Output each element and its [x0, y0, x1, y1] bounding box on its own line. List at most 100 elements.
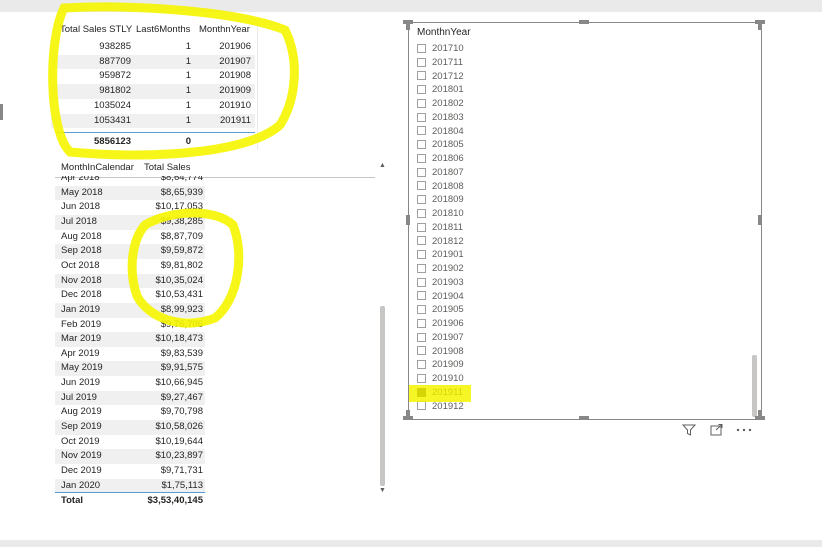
column-header-monthnyear[interactable]: MonthnYear: [199, 22, 250, 38]
checkbox-icon[interactable]: [417, 401, 426, 411]
slicer-item-201909[interactable]: 201909: [417, 358, 464, 372]
slicer-item-201903[interactable]: 201903: [417, 276, 464, 290]
checkbox-icon[interactable]: [417, 57, 426, 67]
resize-handle-top-right-v[interactable]: [758, 20, 762, 30]
checkbox-icon[interactable]: [417, 71, 426, 81]
total-row-underline: [55, 492, 205, 493]
slicer-item-201806[interactable]: 201806: [417, 152, 464, 166]
checkbox-icon[interactable]: [417, 373, 426, 383]
table-row: 1035024 1 201910: [51, 99, 255, 114]
slicer-item-201904[interactable]: 201904: [417, 290, 464, 304]
table-visual-monthly-sales[interactable]: MonthInCalendar Total Sales Apr 2018 $8,6…: [55, 158, 387, 513]
checkbox-icon[interactable]: [417, 318, 426, 328]
last6months-total: 0: [185, 136, 191, 147]
slicer-item-201711[interactable]: 201711: [417, 56, 463, 70]
checkbox-icon[interactable]: [417, 250, 426, 260]
checkbox-icon[interactable]: [417, 346, 426, 356]
slicer-item-201807[interactable]: 201807: [417, 166, 464, 180]
resize-handle-top-left-v[interactable]: [406, 20, 410, 30]
slicer-item-201911[interactable]: 201911: [417, 386, 463, 400]
resize-handle-bottom-left-v[interactable]: [406, 410, 410, 420]
vertical-scrollbar[interactable]: ▲ ▼: [378, 158, 387, 498]
resize-handle-middle-right[interactable]: [758, 215, 762, 225]
checkbox-icon[interactable]: [417, 98, 426, 108]
focus-mode-icon[interactable]: [710, 424, 723, 439]
checkbox-icon[interactable]: [417, 360, 426, 370]
checkbox-icon[interactable]: [417, 112, 426, 122]
month-cell: Jul 2019: [61, 391, 97, 403]
resize-handle-middle-left[interactable]: [406, 215, 410, 225]
column-header-last6months[interactable]: Last6Months: [136, 22, 190, 38]
column-header-total-sales-stly[interactable]: Total Sales STLY: [60, 22, 132, 38]
slicer-item-201808[interactable]: 201808: [417, 180, 464, 194]
table-row: Apr 2018 $8,64,774: [55, 176, 205, 186]
monthnyear-cell: 201906: [219, 41, 251, 52]
table-row: Dec 2018 $10,53,431: [55, 288, 205, 303]
slicer-item-label: 201803: [432, 111, 464, 123]
checkbox-icon[interactable]: [417, 263, 426, 273]
checkbox-icon[interactable]: [417, 291, 426, 301]
checkbox-icon[interactable]: [417, 236, 426, 246]
slicer-item-201802[interactable]: 201802: [417, 97, 464, 111]
slicer-item-label: 201712: [432, 70, 464, 82]
total-sales-cell: $10,53,431: [155, 289, 203, 301]
slicer-item-201908[interactable]: 201908: [417, 345, 464, 359]
checkbox-icon[interactable]: [417, 222, 426, 232]
slicer-item-label: 201806: [432, 153, 464, 164]
checkbox-icon[interactable]: [417, 43, 426, 53]
checkbox-icon[interactable]: [417, 277, 426, 287]
slicer-item-201906[interactable]: 201906: [417, 317, 464, 331]
month-cell: Jan 2019: [61, 303, 101, 315]
slicer-item-201902[interactable]: 201902: [417, 262, 464, 276]
scroll-up-arrow-icon[interactable]: ▲: [379, 162, 386, 169]
slicer-item-201710[interactable]: 201710: [417, 42, 464, 56]
checkbox-icon[interactable]: [417, 181, 426, 191]
resize-handle-top-center[interactable]: [579, 20, 589, 24]
table-row: 887709 1 201907: [51, 54, 255, 70]
table-visual-sales-stly[interactable]: Total Sales STLY Last6Months MonthnYear …: [51, 22, 258, 150]
slicer-item-201804[interactable]: 201804: [417, 125, 464, 139]
slicer-item-201912[interactable]: 201912: [417, 400, 464, 414]
checkbox-icon[interactable]: [417, 126, 426, 136]
checkbox-icon[interactable]: [417, 195, 426, 205]
scrollbar-thumb[interactable]: [380, 306, 385, 486]
table-row: Feb 2019 $9,76,706: [55, 318, 205, 333]
slicer-item-201811[interactable]: 201811: [417, 221, 463, 235]
checkbox-icon[interactable]: [417, 305, 426, 315]
slicer-scrollbar-thumb[interactable]: [752, 355, 757, 417]
more-options-icon[interactable]: [736, 424, 752, 439]
slicer-visual-monthnyear[interactable]: MonthnYear 201710 201711 201712 201801 20180…: [408, 22, 762, 420]
column-header-total-sales[interactable]: Total Sales: [144, 160, 190, 176]
slicer-item-201910[interactable]: 201910: [417, 372, 464, 386]
slicer-item-201712[interactable]: 201712: [417, 70, 464, 84]
checkbox-icon[interactable]: [417, 208, 426, 218]
slicer-item-201810[interactable]: 201810: [417, 207, 464, 221]
checkbox-icon[interactable]: [417, 140, 426, 150]
slicer-item-201801[interactable]: 201801: [417, 83, 464, 97]
slicer-item-201803[interactable]: 201803: [417, 111, 464, 125]
checkbox-icon[interactable]: [417, 153, 426, 163]
checkbox-icon[interactable]: [417, 85, 426, 95]
canvas-bottom-bar: [0, 540, 822, 547]
slicer-item-201901[interactable]: 201901: [417, 248, 464, 262]
checkbox-icon[interactable]: [417, 332, 426, 342]
table-row: May 2018 $8,65,939: [55, 185, 205, 201]
slicer-item-201905[interactable]: 201905: [417, 303, 464, 317]
column-header-monthincalendar[interactable]: MonthInCalendar: [61, 160, 134, 176]
slicer-item-label: 201710: [432, 43, 464, 54]
filter-icon[interactable]: [681, 424, 697, 439]
table-row: Jan 2019 $8,99,923: [55, 302, 205, 318]
month-cell: Dec 2018: [61, 289, 102, 301]
slicer-item-201809[interactable]: 201809: [417, 193, 464, 207]
slicer-item-201805[interactable]: 201805: [417, 138, 464, 152]
month-cell: Sep 2019: [61, 421, 102, 433]
checkbox-checked-icon[interactable]: [417, 387, 426, 397]
resize-handle-bottom-center[interactable]: [579, 416, 589, 420]
slicer-item-201907[interactable]: 201907: [417, 331, 464, 345]
scroll-down-arrow-icon[interactable]: ▼: [379, 487, 386, 494]
month-cell: May 2019: [61, 362, 103, 374]
checkbox-icon[interactable]: [417, 167, 426, 177]
resize-handle-bottom-right-v[interactable]: [758, 410, 762, 420]
slicer-item-201812[interactable]: 201812: [417, 235, 464, 249]
month-cell: Aug 2018: [61, 230, 102, 242]
